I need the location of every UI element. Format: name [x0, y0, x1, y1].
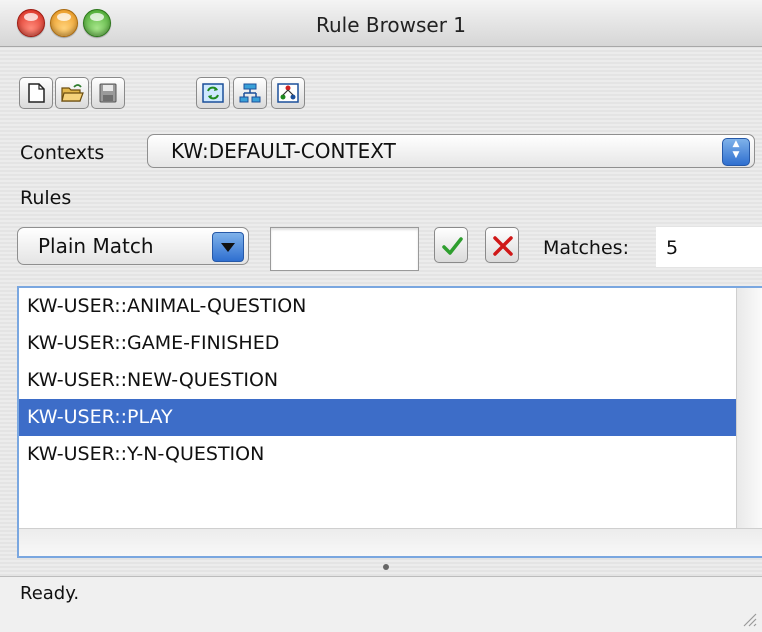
contexts-selected-value: KW:DEFAULT-CONTEXT	[171, 139, 396, 163]
title-bar: Rule Browser 1	[0, 0, 762, 47]
apply-filter-button[interactable]	[434, 227, 468, 263]
up-down-arrows-icon: ▲ ▼	[722, 138, 750, 166]
graph-view-icon	[277, 83, 299, 103]
match-mode-select[interactable]: Plain Match	[17, 227, 249, 265]
save-icon	[99, 83, 117, 103]
refresh-button[interactable]	[196, 77, 230, 109]
new-document-icon	[28, 83, 45, 103]
tree-view-icon	[239, 83, 261, 103]
rule-item-new-question[interactable]: KW-USER::NEW-QUESTION	[19, 362, 737, 399]
rules-list-items: KW-USER::ANIMAL-QUESTION KW-USER::GAME-F…	[19, 288, 737, 529]
horizontal-scrollbar[interactable]	[19, 528, 762, 556]
window-title: Rule Browser 1	[315, 13, 467, 37]
new-document-button[interactable]	[19, 77, 53, 109]
rule-item-play[interactable]: KW-USER::PLAY	[19, 399, 737, 436]
contexts-select[interactable]: KW:DEFAULT-CONTEXT ▲ ▼	[147, 134, 755, 168]
chevron-down-icon	[212, 232, 244, 262]
rule-item-y-n-question[interactable]: KW-USER::Y-N-QUESTION	[19, 436, 737, 473]
contexts-label: Contexts	[20, 142, 105, 164]
rules-list[interactable]: KW-USER::ANIMAL-QUESTION KW-USER::GAME-F…	[17, 286, 762, 558]
match-mode-value: Plain Match	[38, 234, 154, 258]
cancel-x-icon	[493, 236, 513, 256]
tree-view-button[interactable]	[233, 77, 267, 109]
matches-label: Matches:	[543, 237, 629, 259]
checkmark-icon	[442, 237, 463, 255]
split-pane-divider[interactable]	[0, 558, 762, 576]
clear-filter-button[interactable]	[485, 227, 519, 263]
open-folder-button[interactable]	[55, 77, 89, 109]
vertical-scrollbar[interactable]	[736, 288, 762, 529]
rules-label: Rules	[20, 187, 72, 209]
graph-view-button[interactable]	[271, 77, 305, 109]
matches-count: 5	[666, 237, 679, 259]
refresh-icon	[202, 83, 224, 103]
rule-item-animal-question[interactable]: KW-USER::ANIMAL-QUESTION	[19, 288, 737, 325]
splitter-handle-icon	[383, 564, 389, 570]
rule-item-game-finished[interactable]: KW-USER::GAME-FINISHED	[19, 325, 737, 362]
status-text: Ready.	[20, 583, 80, 604]
open-folder-icon	[61, 84, 84, 102]
matches-count-field: 5	[656, 227, 762, 267]
rule-filter-input[interactable]	[270, 227, 419, 271]
status-bar: Ready.	[0, 576, 762, 632]
save-button[interactable]	[91, 77, 125, 109]
resize-grip-icon[interactable]	[740, 610, 758, 628]
